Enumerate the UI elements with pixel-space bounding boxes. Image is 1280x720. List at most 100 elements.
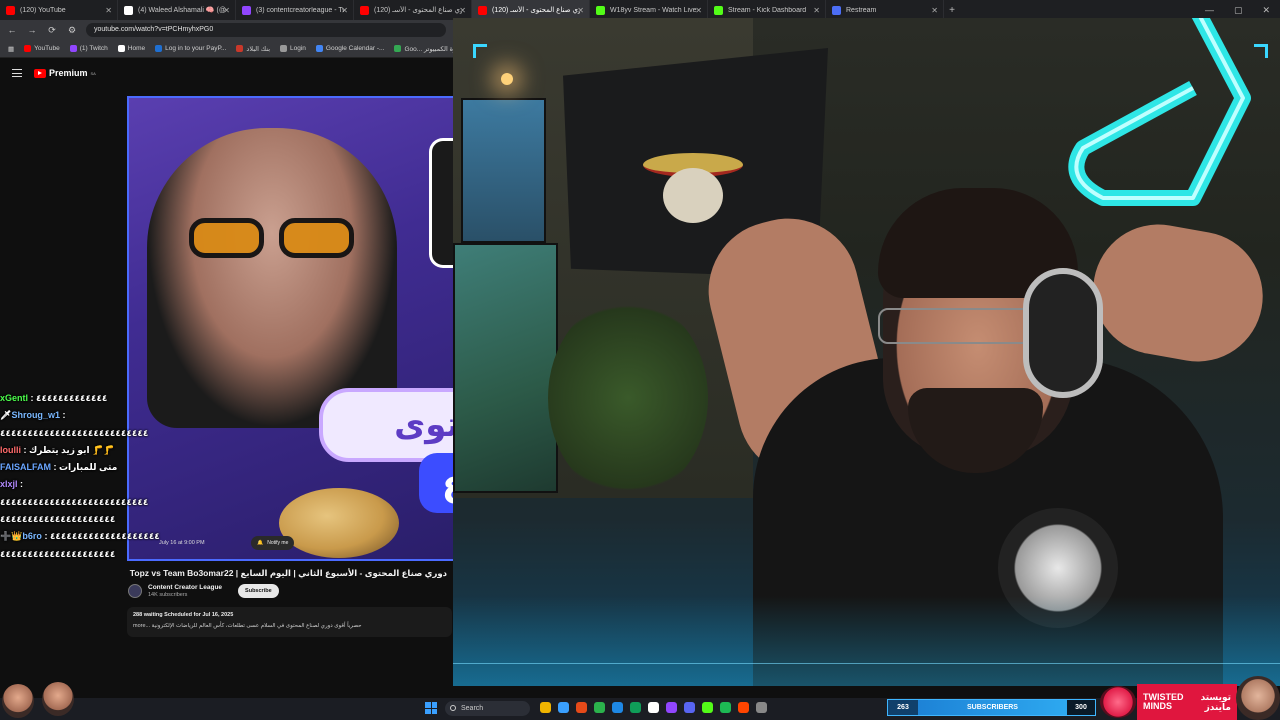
tab-label: (120) دوري صناع المحتوى - الأسـ... [492,7,580,14]
browser-tab[interactable]: Restream ✕ [826,0,944,20]
bookmark-item[interactable]: Log in to your PayP... [155,45,226,52]
chat-text: ٤٤٤٤٤٤٤٤٤٤٤٤٤٤٤٤٤٤٤٤٤٤٤٤٤٤٤ [0,496,149,507]
bookmark-item[interactable]: بنك البلاد [236,45,270,53]
youtube-header: Premium SA [0,58,455,88]
sponsor-name-ar: تويستد مايندز [1200,692,1231,712]
taskbar-app-icon[interactable] [684,702,695,713]
wall-painting [453,243,558,493]
taskbar-search[interactable]: Search [445,701,530,716]
youtube-premium-logo[interactable]: Premium SA [34,68,96,78]
taskbar-app-icon[interactable] [666,702,677,713]
tab-close-icon[interactable]: ✕ [813,6,820,15]
windows-start-icon[interactable] [425,702,437,714]
subscriber-goal-bar: 263 SUBSCRIBERS 300 [887,699,1096,716]
thumbnail-person [147,128,397,428]
bookmark-item[interactable]: (1) Twitch [69,45,108,52]
bell-icon: 🔔 [257,540,264,546]
frame-corner-top-left [473,44,487,58]
eyeglasses [878,308,1038,344]
chat-text: ابو زيد يتطرك 🦵🦵 [29,444,115,455]
taskbar-app-icon[interactable] [540,702,551,713]
close-window-icon[interactable]: ✕ [1262,5,1270,16]
thumbnail-headline: حتوى [319,388,457,462]
bookmark-item[interactable]: Home [117,45,145,52]
tab-close-icon[interactable]: ✕ [105,6,112,15]
chat-overlay: xGentl : ٤٤٤٤٤٤٤٤٤٤٤٤٤ 🗡Shroug_w1 : ٤٤٤٤٤… [0,390,190,563]
tab-close-icon[interactable]: ✕ [459,6,466,15]
frame-bottom-line [453,654,1280,664]
description-meta: 288 waiting Scheduled for Jul 16, 2025 [133,612,234,618]
bookmark-item[interactable]: Google Calendar -... [315,45,385,52]
site-info-icon[interactable]: ⚙ [66,25,78,36]
tab-close-icon[interactable]: ✕ [931,6,938,15]
tab-label: (120) دوري صناع المحتوى - الأسـ... [374,7,462,14]
chat-badge-icon: 🗡 [0,410,12,421]
taskbar-app-icon[interactable] [594,702,605,713]
bookmark-favicon-icon [117,45,125,52]
notify-me-button[interactable]: 🔔 Notify me [251,536,295,550]
taskbar-app-icon[interactable] [558,702,569,713]
logo-text: Premium [49,68,88,78]
forward-arrow-icon[interactable]: → [26,25,38,35]
description-box[interactable]: 288 waiting Scheduled for Jul 16, 2025 ح… [127,607,452,637]
minimize-icon[interactable]: — [1205,5,1214,16]
new-tab-button[interactable]: + [944,5,960,16]
youtube-page: Premium SA حتوى ع July 16 at 9:00 PM 🔔 N… [0,58,457,698]
chat-separator: : [51,462,59,473]
chat-message: ٤٤٤٤٤٤٤٤٤٤٤٤٤٤٤٤٤٤٤٤٤٤٤٤٤٤٤ [0,425,190,442]
bookmark-label: YouTube [34,45,60,52]
subscribe-button[interactable]: Subscribe [238,584,279,598]
tab-close-icon[interactable]: ✕ [223,6,230,15]
apps-grid-icon[interactable]: ▦ [8,45,14,53]
maximize-icon[interactable]: ▢ [1234,5,1243,16]
sponsor-name-en: TWISTED MINDS [1143,692,1184,711]
chat-message: ٤٤٤٤٤٤٤٤٤٤٤٤٤٤٤٤٤٤٤٤٤ [0,546,190,563]
browser-tab[interactable]: (120) دوري صناع المحتوى - الأسـ...✕ [472,0,590,20]
taskbar-app-icon[interactable] [576,702,587,713]
tab-close-icon[interactable]: ✕ [695,6,702,15]
tab-favicon-icon [124,5,133,15]
url-input[interactable]: youtube.com/watch?v=tPCHmyhxPG0 [86,23,446,37]
browser-tab-strip: (120) YouTube✕(4) Waleed Alshamali 🧠 (@W… [0,0,1280,20]
browser-tab[interactable]: (120) دوري صناع المحتوى - الأسـ...✕ [354,0,472,20]
lamp-light [501,73,513,85]
skull-graphic [663,168,723,223]
chat-message: loulli : ابو زيد يتطرك 🦵🦵 [0,442,190,459]
taskbar-app-icon[interactable] [702,702,713,713]
chat-separator: : [21,444,29,455]
chat-username: xlxjl [0,479,18,490]
tab-close-icon[interactable]: ✕ [577,6,584,15]
bookmark-item[interactable]: YouTube [24,45,60,52]
menu-icon[interactable] [12,69,22,77]
chat-username: b6ro [22,531,42,542]
subscriber-goal: 300 [1067,700,1095,715]
tab-close-icon[interactable]: ✕ [341,6,348,15]
browser-tab[interactable]: (120) YouTube ✕ [0,0,118,20]
browser-tab[interactable]: (3) contentcreatorleague - Twit...✕ [236,0,354,20]
taskbar-app-icon[interactable] [720,702,731,713]
taskbar-app-icon[interactable] [648,702,659,713]
notify-label: Notify me [267,540,289,546]
twisted-minds-logo [1100,686,1136,718]
channel-avatar[interactable] [128,584,142,598]
neon-sign [1068,18,1251,206]
taskbar-app-icon[interactable] [612,702,623,713]
tab-favicon-icon [6,5,15,15]
chat-message: ٤٤٤٤٤٤٤٤٤٤٤٤٤٤٤٤٤٤٤٤٤ [0,511,190,528]
bookmark-label: Google Calendar -... [325,45,385,52]
chat-message: ➕👑b6ro : ٤٤٤٤٤٤٤٤٤٤٤٤٤٤٤٤٤٤٤٤ [0,528,190,545]
bookmark-favicon-icon [280,45,287,52]
taskbar-app-icon[interactable] [738,702,749,713]
browser-tab[interactable]: Stream - Kick Dashboard ✕ [708,0,826,20]
leopard-graphic [279,488,399,558]
bookmark-item[interactable]: Login [280,45,306,52]
taskbar-app-icon[interactable] [756,702,767,713]
browser-tab[interactable]: W18yv Stream - Watch Live on...✕ [590,0,708,20]
reload-icon[interactable]: ⟳ [46,25,58,36]
bookmark-favicon-icon [24,45,32,52]
browser-tab[interactable]: (4) Waleed Alshamali 🧠 (@W...✕ [118,0,236,20]
back-arrow-icon[interactable]: ← [6,25,18,35]
chat-separator: : [28,393,37,403]
channel-name[interactable]: Content Creator League [148,584,222,591]
taskbar-app-icon[interactable] [630,702,641,713]
